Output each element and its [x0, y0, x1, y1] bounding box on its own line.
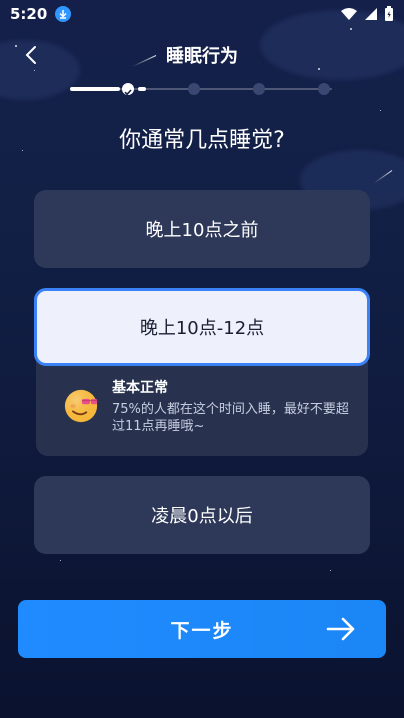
arrow-right-icon	[326, 617, 355, 641]
progress-fill	[70, 87, 120, 91]
feedback-title: 基本正常	[112, 380, 168, 396]
progress-step-1	[122, 83, 134, 96]
check-icon	[124, 89, 132, 96]
wifi-icon	[341, 8, 357, 20]
header: 睡眠行为	[0, 36, 404, 72]
progress-sub-fill	[138, 87, 146, 91]
next-step-button[interactable]: 下一步	[18, 600, 386, 658]
question-text: 你通常几点睡觉?	[119, 128, 285, 153]
status-bar: 5:20	[0, 0, 404, 28]
option-10pm-to-12am[interactable]: 晚上10点-12点	[34, 288, 370, 366]
page-title: 睡眠行为	[166, 46, 238, 67]
feedback-text: 基本正常 75%的人都在这个时间入睡，最好不要超过11点再睡哦~	[112, 377, 352, 435]
status-icons	[340, 6, 394, 22]
progress-step-3	[253, 83, 265, 95]
download-icon	[55, 6, 72, 22]
feedback-card: 基本正常 75%的人都在这个时间入睡，最好不要超过11点再睡哦~	[36, 356, 368, 456]
sunglasses-emoji-icon	[64, 389, 98, 423]
status-time: 5:20	[10, 5, 48, 23]
option-before-10pm[interactable]: 晚上10点之前	[34, 190, 370, 268]
progress-step-2	[188, 83, 200, 95]
feedback-description: 75%的人都在这个时间入睡，最好不要超过11点再睡哦~	[112, 402, 349, 434]
option-after-midnight[interactable]: 凌晨0点以后	[34, 476, 370, 554]
progress-indicator	[70, 82, 332, 96]
next-step-label: 下一步	[170, 619, 234, 642]
battery-icon	[385, 6, 393, 21]
progress-step-4	[318, 83, 330, 95]
signal-icon	[365, 8, 377, 20]
